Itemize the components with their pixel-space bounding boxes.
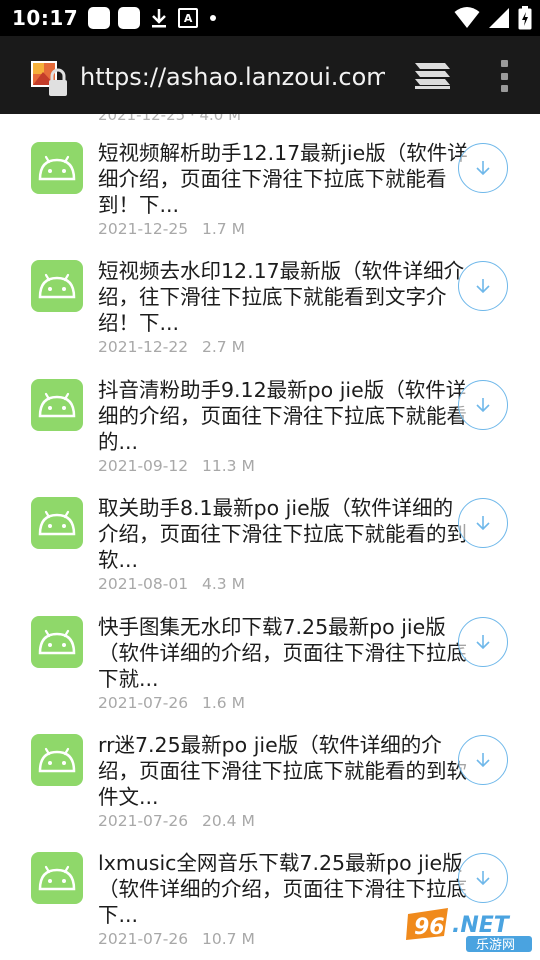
file-list: 2021-12-25 · 4.0 M 短视频解析助手12.17最新jie版（软件…: [0, 114, 540, 960]
file-title[interactable]: 短视频解析助手12.17最新jie版（软件详细介绍，页面往下滑往下拉底下就能看到…: [98, 140, 470, 218]
download-arrow-icon: [476, 753, 490, 768]
file-date: 2021-07-26: [98, 930, 189, 948]
download-arrow-icon: [476, 279, 490, 294]
signal-icon: [489, 8, 509, 28]
watermark-logo: 962 .NET 乐游网: [404, 906, 536, 954]
android-app-icon: [31, 497, 83, 549]
site-info-icon[interactable]: [30, 60, 70, 100]
file-title[interactable]: rr迷7.25最新po jie版（软件详细的介绍，页面往下滑往下拉底下就能看的到…: [98, 732, 470, 810]
download-arrow-icon: [476, 516, 490, 531]
notification-app-icon: [88, 7, 111, 29]
system-status-icons: [454, 6, 532, 30]
overflow-menu-icon: [500, 60, 508, 67]
file-size: 10.7 M: [202, 930, 255, 948]
svg-text:乐游网: 乐游网: [476, 938, 515, 953]
file-item[interactable]: 取关助手8.1最新po jie版（软件详细的介绍，页面往下滑往下拉底下就能看的到…: [0, 469, 540, 593]
download-arrow-icon: [476, 635, 490, 650]
android-app-icon: [31, 260, 83, 312]
notification-icons: A: [88, 7, 217, 29]
url-bar[interactable]: https://ashao.lanzoui.com: [80, 60, 385, 94]
file-title[interactable]: 短视频去水印12.17最新版（软件详细介绍，往下滑往下拉底下就能看到文字介绍！下…: [98, 258, 470, 336]
notification-app-icon: [118, 7, 141, 29]
file-title[interactable]: 快手图集无水印下载7.25最新po jie版（软件详细的介绍，页面往下滑往下拉底…: [98, 614, 470, 692]
file-item[interactable]: rr迷7.25最新po jie版（软件详细的介绍，页面往下滑往下拉底下就能看的到…: [0, 706, 540, 830]
file-item[interactable]: 快手图集无水印下载7.25最新po jie版（软件详细的介绍，页面往下滑往下拉底…: [0, 588, 540, 712]
download-button[interactable]: [458, 380, 508, 430]
file-item[interactable]: 短视频解析助手12.17最新jie版（软件详细介绍，页面往下滑往下拉底下就能看到…: [0, 114, 540, 238]
android-app-icon: [31, 142, 83, 194]
overflow-menu-dot: [500, 72, 508, 80]
keyboard-icon: A: [178, 8, 199, 28]
android-app-icon: [31, 734, 83, 786]
overflow-menu-dot: [500, 85, 508, 92]
browser-toolbar: https://ashao.lanzoui.com: [0, 36, 540, 114]
android-app-icon: [31, 852, 83, 904]
file-title[interactable]: 抖音清粉助手9.12最新po jie版（软件详细的介绍，页面往下滑往下拉底下就能…: [98, 377, 470, 455]
tabs-icon: [415, 63, 450, 89]
tabs-button[interactable]: [412, 60, 452, 90]
download-icon: [148, 7, 170, 29]
download-arrow-icon: [476, 871, 490, 886]
download-button[interactable]: [458, 735, 508, 785]
wifi-icon: [454, 7, 480, 28]
download-button[interactable]: [458, 143, 508, 193]
svg-text:.NET: .NET: [452, 913, 511, 938]
download-button[interactable]: [458, 261, 508, 311]
android-app-icon: [31, 616, 83, 668]
status-time: 10:17: [12, 6, 79, 30]
android-app-icon: [31, 379, 83, 431]
file-item[interactable]: 抖音清粉助手9.12最新po jie版（软件详细的介绍，页面往下滑往下拉底下就能…: [0, 351, 540, 475]
file-item[interactable]: 短视频去水印12.17最新版（软件详细介绍，往下滑往下拉底下就能看到文字介绍！下…: [0, 232, 540, 356]
overflow-menu-button[interactable]: [494, 58, 514, 94]
status-bar: 10:17 A: [0, 0, 540, 36]
more-notifications-icon: [210, 15, 217, 21]
download-button[interactable]: [458, 498, 508, 548]
download-button[interactable]: [458, 853, 508, 903]
download-button[interactable]: [458, 617, 508, 667]
download-arrow-icon: [476, 161, 490, 176]
download-arrow-icon: [476, 398, 490, 413]
battery-icon: [518, 6, 532, 30]
file-title[interactable]: 取关助手8.1最新po jie版（软件详细的介绍，页面往下滑往下拉底下就能看的到…: [98, 495, 470, 573]
